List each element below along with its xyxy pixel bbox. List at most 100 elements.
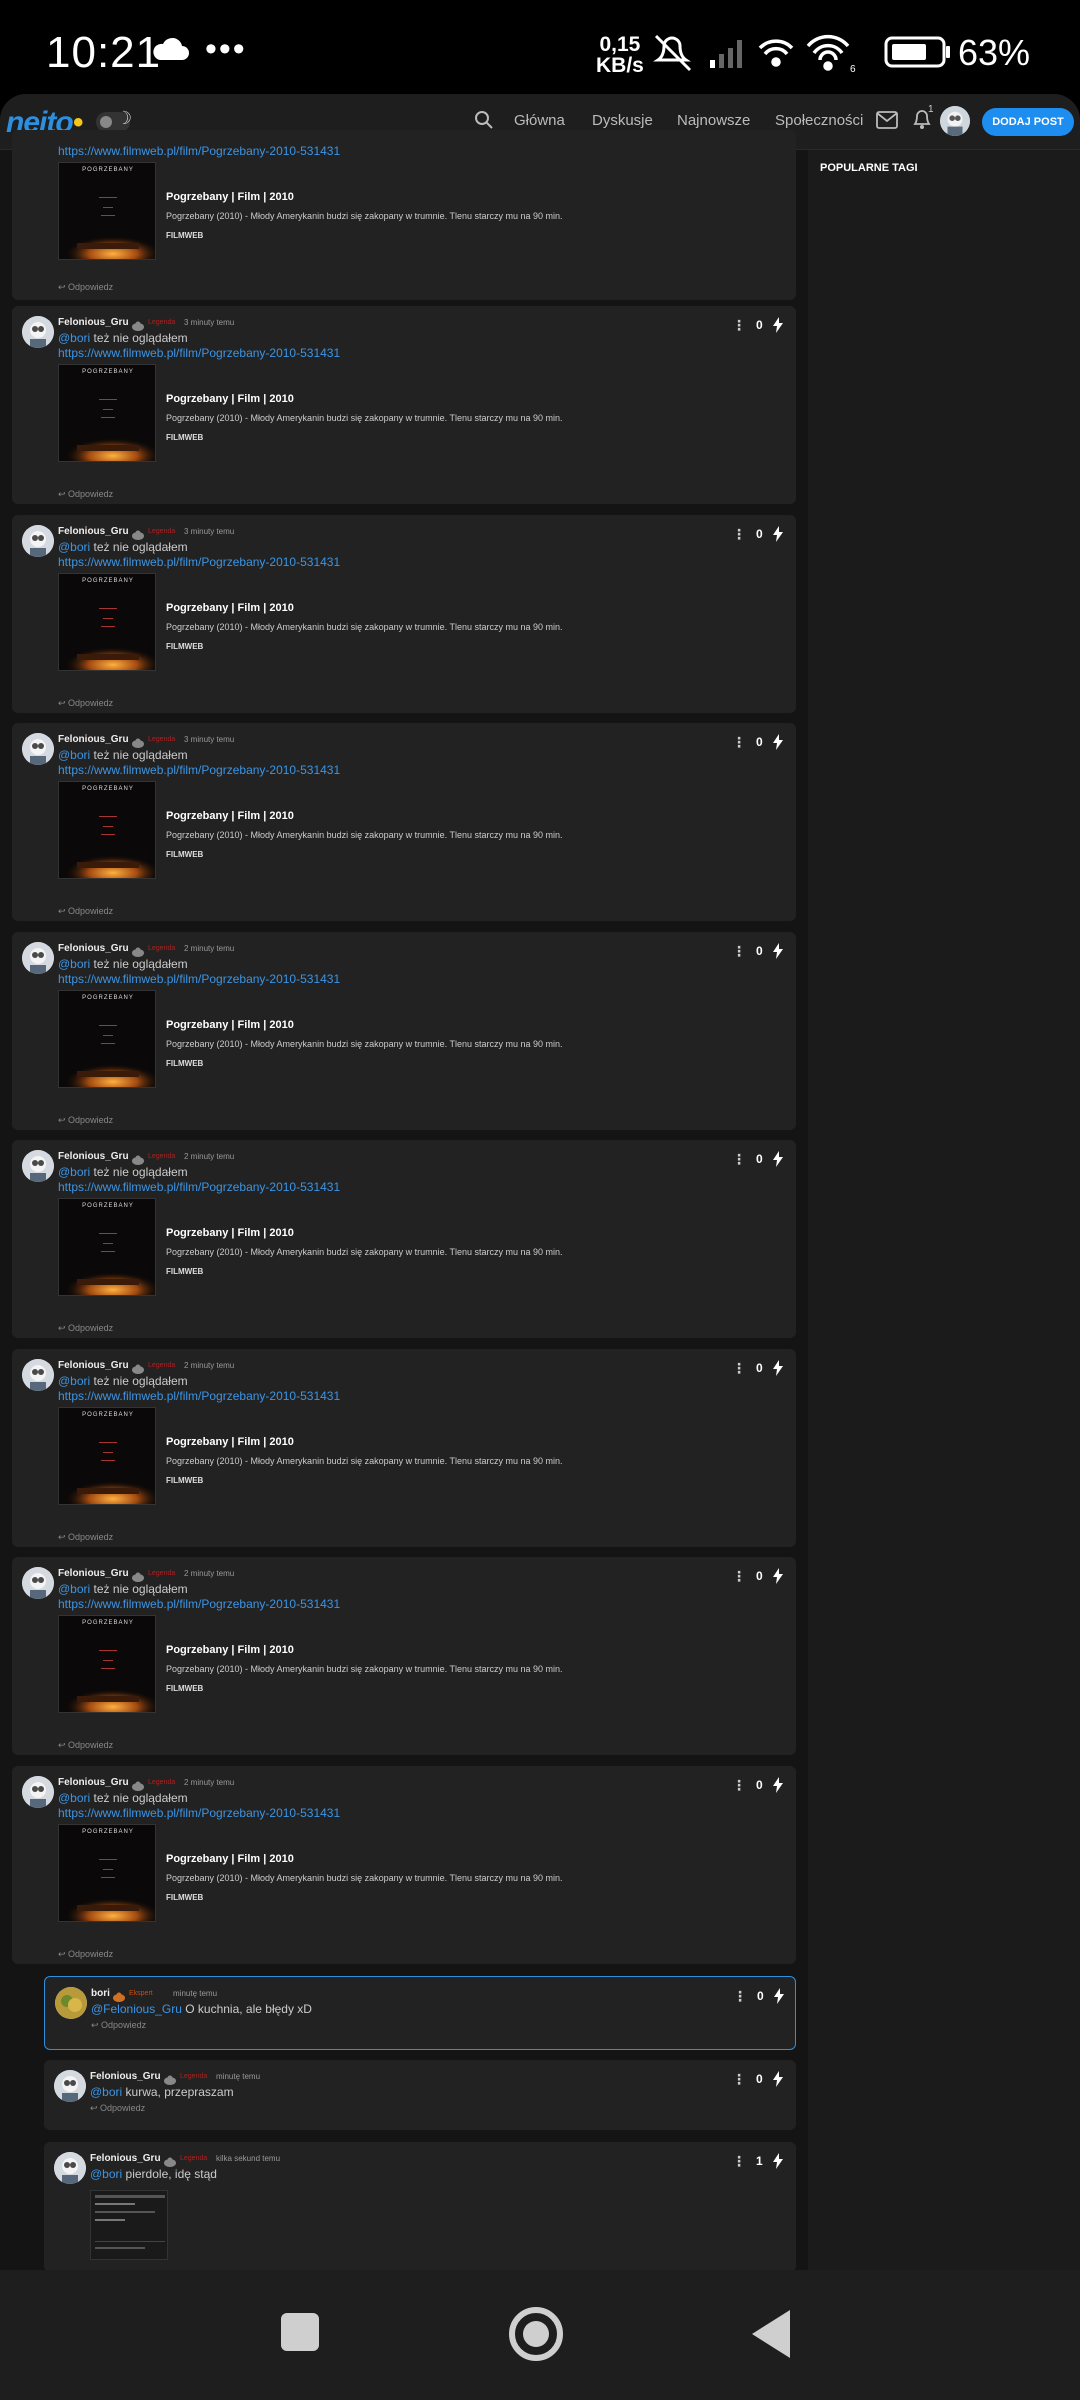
more-options-icon[interactable]: ⋮ xyxy=(732,734,746,751)
attached-image[interactable] xyxy=(90,2190,168,2260)
more-options-icon[interactable]: ⋮ xyxy=(732,1360,746,1377)
username[interactable]: Felonious_Gru xyxy=(90,2071,161,2082)
mention-link[interactable]: @bori xyxy=(90,2167,122,2181)
embed-url-link[interactable]: https://www.filmweb.pl/film/Pogrzebany-2… xyxy=(58,1180,340,1194)
mention-link[interactable]: @bori xyxy=(90,2085,122,2099)
more-options-icon[interactable]: ⋮ xyxy=(732,2153,746,2170)
embed-url-link[interactable]: https://www.filmweb.pl/film/Pogrzebany-2… xyxy=(58,763,340,777)
embed-thumbnail[interactable]: POGRZEBANY xyxy=(58,1824,156,1922)
avatar[interactable] xyxy=(22,733,54,765)
mention-link[interactable]: @bori xyxy=(58,1165,90,1179)
more-options-icon[interactable]: ⋮ xyxy=(733,1988,747,2005)
embed-title[interactable]: Pogrzebany | Film | 2010 xyxy=(166,1644,294,1656)
embed-thumbnail[interactable]: POGRZEBANY xyxy=(58,990,156,1088)
embed-thumbnail[interactable]: POGRZEBANY xyxy=(58,364,156,462)
username[interactable]: bori xyxy=(91,1988,110,1999)
embed-url-link[interactable]: https://www.filmweb.pl/film/Pogrzebany-2… xyxy=(58,1597,340,1611)
reply-button[interactable]: ↩ Odpowiedz xyxy=(91,2020,146,2031)
embed-url-link[interactable]: https://www.filmweb.pl/film/Pogrzebany-2… xyxy=(58,1389,340,1403)
avatar[interactable] xyxy=(22,525,54,557)
nav-link-discussions[interactable]: Dyskusje xyxy=(592,112,653,129)
mention-link[interactable]: @bori xyxy=(58,331,90,345)
embed-title[interactable]: Pogrzebany | Film | 2010 xyxy=(166,1853,294,1865)
username[interactable]: Felonious_Gru xyxy=(58,526,129,537)
more-options-icon[interactable]: ⋮ xyxy=(732,317,746,334)
reply-button[interactable]: ↩ Odpowiedz xyxy=(58,1532,113,1543)
embed-title[interactable]: Pogrzebany | Film | 2010 xyxy=(166,810,294,822)
mention-link[interactable]: @bori xyxy=(58,1374,90,1388)
username[interactable]: Felonious_Gru xyxy=(58,1568,129,1579)
embed-title[interactable]: Pogrzebany | Film | 2010 xyxy=(166,1019,294,1031)
username[interactable]: Felonious_Gru xyxy=(58,317,129,328)
nav-link-communities[interactable]: Społeczności xyxy=(775,112,863,129)
upvote-bolt-icon[interactable] xyxy=(772,1777,784,1793)
upvote-bolt-icon[interactable] xyxy=(772,526,784,542)
avatar[interactable] xyxy=(55,1987,87,2019)
upvote-bolt-icon[interactable] xyxy=(772,317,784,333)
avatar[interactable] xyxy=(54,2152,86,2184)
embed-thumbnail[interactable]: POGRZEBANY xyxy=(58,162,156,260)
avatar[interactable] xyxy=(22,316,54,348)
embed-thumbnail[interactable]: POGRZEBANY xyxy=(58,1198,156,1296)
avatar[interactable] xyxy=(22,1150,54,1182)
home-button[interactable] xyxy=(509,2307,563,2361)
mention-link[interactable]: @bori xyxy=(58,748,90,762)
search-icon[interactable] xyxy=(474,110,494,130)
username[interactable]: Felonious_Gru xyxy=(58,943,129,954)
embed-thumbnail[interactable]: POGRZEBANY xyxy=(58,1407,156,1505)
add-post-button[interactable]: DODAJ POST xyxy=(982,108,1074,136)
nav-link-newest[interactable]: Najnowsze xyxy=(677,112,750,129)
upvote-bolt-icon[interactable] xyxy=(772,943,784,959)
embed-url-link[interactable]: https://www.filmweb.pl/film/Pogrzebany-2… xyxy=(58,555,340,569)
mail-icon[interactable] xyxy=(876,111,898,129)
reply-button[interactable]: ↩ Odpowiedz xyxy=(58,1949,113,1960)
more-options-icon[interactable]: ⋮ xyxy=(732,1151,746,1168)
mention-link[interactable]: @bori xyxy=(58,1582,90,1596)
upvote-bolt-icon[interactable] xyxy=(772,2153,784,2169)
mention-link[interactable]: @bori xyxy=(58,957,90,971)
embed-title[interactable]: Pogrzebany | Film | 2010 xyxy=(166,1436,294,1448)
mention-link[interactable]: @bori xyxy=(58,1791,90,1805)
more-options-icon[interactable]: ⋮ xyxy=(732,2071,746,2088)
upvote-bolt-icon[interactable] xyxy=(772,1151,784,1167)
nav-link-home[interactable]: Główna xyxy=(514,112,565,129)
embed-url-link[interactable]: https://www.filmweb.pl/film/Pogrzebany-2… xyxy=(58,972,340,986)
reply-button[interactable]: ↩ Odpowiedz xyxy=(58,1740,113,1751)
reply-button[interactable]: ↩ Odpowiedz xyxy=(58,906,113,917)
embed-thumbnail[interactable]: POGRZEBANY xyxy=(58,781,156,879)
reply-button[interactable]: ↩ Odpowiedz xyxy=(58,282,113,293)
reply-button[interactable]: ↩ Odpowiedz xyxy=(58,489,113,500)
username[interactable]: Felonious_Gru xyxy=(90,2153,161,2164)
mention-link[interactable]: @Felonious_Gru xyxy=(91,2002,182,2016)
embed-url-link[interactable]: https://www.filmweb.pl/film/Pogrzebany-2… xyxy=(58,144,340,158)
reply-button[interactable]: ↩ Odpowiedz xyxy=(58,1115,113,1126)
avatar[interactable] xyxy=(22,942,54,974)
embed-thumbnail[interactable]: POGRZEBANY xyxy=(58,1615,156,1713)
avatar[interactable] xyxy=(54,2070,86,2102)
upvote-bolt-icon[interactable] xyxy=(772,2071,784,2087)
username[interactable]: Felonious_Gru xyxy=(58,734,129,745)
reply-button[interactable]: ↩ Odpowiedz xyxy=(58,698,113,709)
avatar[interactable] xyxy=(22,1359,54,1391)
embed-thumbnail[interactable]: POGRZEBANY xyxy=(58,573,156,671)
embed-url-link[interactable]: https://www.filmweb.pl/film/Pogrzebany-2… xyxy=(58,1806,340,1820)
avatar[interactable] xyxy=(22,1567,54,1599)
more-options-icon[interactable]: ⋮ xyxy=(732,1568,746,1585)
embed-title[interactable]: Pogrzebany | Film | 2010 xyxy=(166,393,294,405)
embed-title[interactable]: Pogrzebany | Film | 2010 xyxy=(166,1227,294,1239)
reply-button[interactable]: ↩ Odpowiedz xyxy=(58,1323,113,1334)
username[interactable]: Felonious_Gru xyxy=(58,1777,129,1788)
mention-link[interactable]: @bori xyxy=(58,540,90,554)
upvote-bolt-icon[interactable] xyxy=(772,1568,784,1584)
more-options-icon[interactable]: ⋮ xyxy=(732,526,746,543)
upvote-bolt-icon[interactable] xyxy=(772,734,784,750)
recent-apps-button[interactable] xyxy=(281,2313,319,2351)
back-button[interactable] xyxy=(752,2310,790,2358)
user-avatar[interactable] xyxy=(940,106,970,136)
avatar[interactable] xyxy=(22,1776,54,1808)
reply-button[interactable]: ↩ Odpowiedz xyxy=(90,2103,145,2114)
embed-url-link[interactable]: https://www.filmweb.pl/film/Pogrzebany-2… xyxy=(58,346,340,360)
upvote-bolt-icon[interactable] xyxy=(773,1988,785,2004)
username[interactable]: Felonious_Gru xyxy=(58,1360,129,1371)
upvote-bolt-icon[interactable] xyxy=(772,1360,784,1376)
